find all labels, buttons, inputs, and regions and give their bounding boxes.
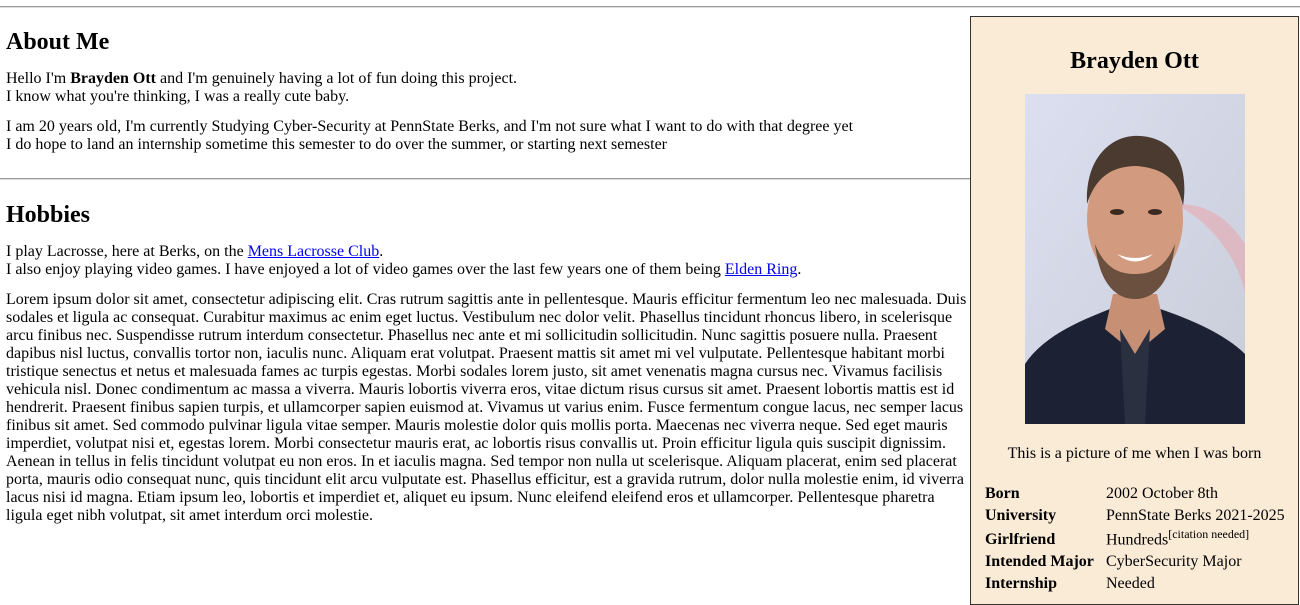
hobbies-heading: Hobbies bbox=[6, 202, 91, 228]
citation-needed: [citation needed] bbox=[1168, 527, 1250, 541]
about-section: About Me Hello I'm Brayden Ott and I'm g… bbox=[6, 8, 968, 166]
hobbies-section: Hobbies I play Lacrosse, here at Berks, … bbox=[6, 181, 968, 537]
table-row: Internship Needed bbox=[985, 575, 1155, 593]
about-intro: Hello I'm Brayden Ott and I'm genuinely … bbox=[6, 70, 518, 105]
section-divider bbox=[0, 178, 970, 180]
table-row: University PennState Berks 2021-2025 bbox=[985, 507, 1285, 524]
lorem-paragraph: Lorem ipsum dolor sit amet, consectetur … bbox=[6, 291, 967, 524]
about-heading: About Me bbox=[6, 29, 110, 55]
about-details: I am 20 years old, I'm currently Studyin… bbox=[6, 118, 854, 153]
table-row: Born 2002 October 8th bbox=[985, 485, 1218, 502]
name-bold: Brayden Ott bbox=[70, 70, 156, 87]
elden-ring-link[interactable]: Elden Ring bbox=[725, 261, 797, 278]
info-table: Born 2002 October 8th University PennState… bbox=[983, 481, 1287, 593]
infobox: Brayden Ott This is a picture of me when… bbox=[970, 16, 1299, 605]
table-row: Girlfriend Hundreds[citation needed] bbox=[985, 527, 1250, 549]
table-row: Intended Major CyberSecurity Major bbox=[985, 553, 1242, 571]
lacrosse-club-link[interactable]: Mens Lacrosse Club bbox=[248, 243, 380, 260]
hobbies-intro: I play Lacrosse, here at Berks, on the M… bbox=[6, 243, 802, 278]
profile-photo bbox=[1025, 94, 1245, 424]
infobox-title: Brayden Ott bbox=[1070, 48, 1199, 74]
photo-caption: This is a picture of me when I was born bbox=[1007, 445, 1262, 462]
